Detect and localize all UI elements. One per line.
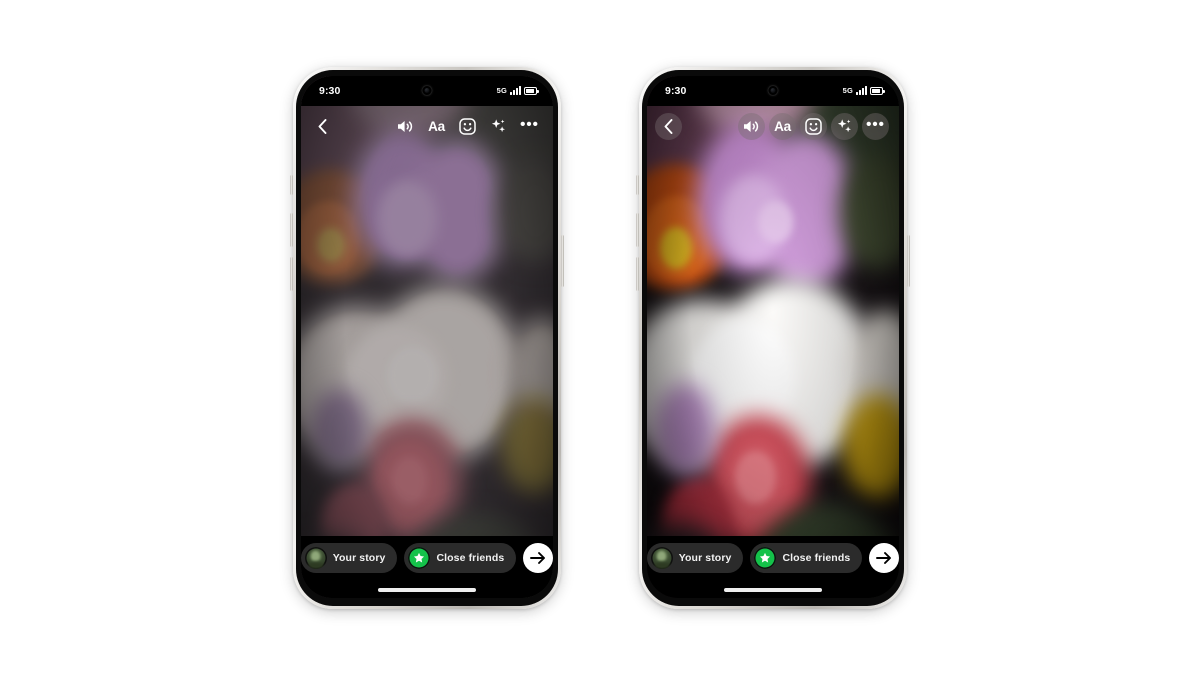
- more-icon[interactable]: •••: [516, 113, 543, 140]
- more-icon[interactable]: •••: [862, 113, 889, 140]
- more-icon-glyph: •••: [520, 115, 539, 133]
- status-indicators: 5G: [496, 86, 539, 95]
- arrow-right-icon: [530, 551, 546, 564]
- close-friends-button[interactable]: Close friends: [404, 542, 517, 573]
- front-camera-icon: [767, 84, 779, 96]
- battery-icon: [524, 86, 539, 95]
- sound-icon[interactable]: [738, 113, 765, 140]
- power-button[interactable]: [907, 234, 910, 287]
- back-icon[interactable]: [655, 113, 682, 140]
- signal-icon: [856, 86, 867, 95]
- silent-switch[interactable]: [636, 174, 639, 195]
- close-friends-label: Close friends: [782, 551, 851, 564]
- your-story-button[interactable]: Your story: [301, 542, 398, 573]
- phone-left: 9:30 5G Aa ••• Your story Close friends: [290, 66, 564, 609]
- status-indicators: 5G: [842, 86, 885, 95]
- arrow-right-icon: [876, 551, 892, 564]
- story-toolbar: Aa •••: [647, 106, 899, 148]
- home-indicator: [724, 588, 822, 592]
- phone-right-bezel: 9:30 5G Aa ••• Your story Close friends: [642, 69, 904, 606]
- your-story-label: Your story: [332, 551, 386, 564]
- story-tool-group: Aa •••: [392, 113, 543, 140]
- text-icon-label: Aa: [428, 118, 445, 134]
- sound-icon[interactable]: [392, 113, 419, 140]
- phone-left-bezel: 9:30 5G Aa ••• Your story Close friends: [296, 69, 558, 606]
- volume-up-button[interactable]: [636, 212, 639, 247]
- volume-down-button[interactable]: [290, 256, 293, 291]
- close-friends-star-icon: [408, 546, 431, 569]
- network-label: 5G: [842, 86, 853, 95]
- status-time: 9:30: [319, 84, 341, 97]
- comparison-stage: 9:30 5G Aa ••• Your story Close friends …: [0, 0, 1200, 675]
- volume-down-button[interactable]: [636, 256, 639, 291]
- phone-left-screen: 9:30 5G Aa ••• Your story Close friends: [301, 75, 553, 598]
- phone-right: 9:30 5G Aa ••• Your story Close friends: [636, 66, 910, 609]
- close-friends-button[interactable]: Close friends: [750, 542, 863, 573]
- text-icon[interactable]: Aa: [423, 113, 450, 140]
- close-friends-star-icon: [754, 546, 777, 569]
- back-icon[interactable]: [309, 113, 336, 140]
- more-icon-glyph: •••: [866, 115, 885, 133]
- story-tool-group: Aa •••: [738, 113, 889, 140]
- next-button[interactable]: [869, 542, 899, 573]
- your-story-label: Your story: [678, 551, 732, 564]
- effects-icon[interactable]: [831, 113, 858, 140]
- avatar: [304, 546, 327, 569]
- phone-right-screen: 9:30 5G Aa ••• Your story Close friends: [647, 75, 899, 598]
- sticker-icon[interactable]: [454, 113, 481, 140]
- your-story-button[interactable]: Your story: [647, 542, 744, 573]
- close-friends-label: Close friends: [436, 551, 505, 564]
- story-photo-enhanced: [647, 75, 899, 598]
- effects-icon[interactable]: [485, 113, 512, 140]
- silent-switch[interactable]: [290, 174, 293, 195]
- text-icon[interactable]: Aa: [769, 113, 796, 140]
- signal-icon: [510, 86, 521, 95]
- story-photo-original: [301, 75, 553, 598]
- avatar: [650, 546, 673, 569]
- battery-icon: [870, 86, 885, 95]
- story-toolbar: Aa •••: [301, 106, 553, 148]
- status-time: 9:30: [665, 84, 687, 97]
- next-button[interactable]: [523, 542, 553, 573]
- home-indicator: [378, 588, 476, 592]
- power-button[interactable]: [561, 234, 564, 287]
- front-camera-icon: [421, 84, 433, 96]
- volume-up-button[interactable]: [290, 212, 293, 247]
- network-label: 5G: [496, 86, 507, 95]
- text-icon-label: Aa: [774, 118, 791, 134]
- sticker-icon[interactable]: [800, 113, 827, 140]
